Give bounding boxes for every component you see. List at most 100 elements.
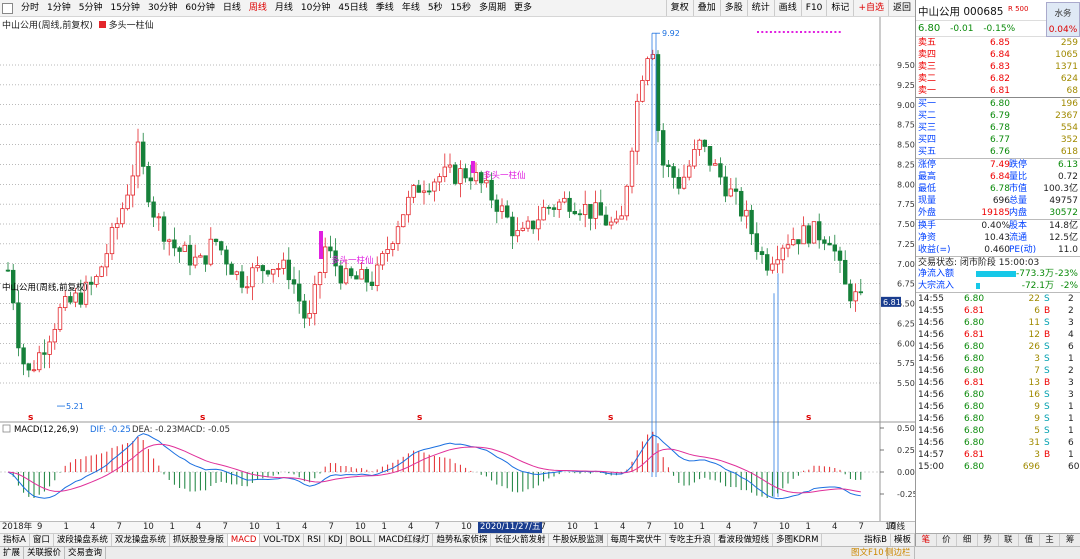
bottom-button-0[interactable]: 扩展 [0, 547, 25, 559]
period-6[interactable]: 日线 [219, 1, 245, 16]
period-15[interactable]: 多周期 [475, 1, 510, 16]
trade-count: 2 [1068, 294, 1074, 304]
bottom-spacer [106, 547, 1080, 559]
bid-row-2[interactable]: 买三 6.78 554 [916, 122, 1080, 134]
period-16[interactable]: 更多 [510, 1, 536, 16]
toolbar-button-8[interactable]: 返回 [887, 0, 915, 16]
indicator-tab-18[interactable]: 指标B [861, 534, 891, 546]
quote-tab-7[interactable]: 筹 [1060, 534, 1080, 546]
indicator-tab-11[interactable]: 趋势私家侦探 [433, 534, 492, 546]
quote-tab-6[interactable]: 主 [1040, 534, 1061, 546]
macd-tick-2: 0.00 [897, 468, 915, 477]
indicator-tab-14[interactable]: 每周牛窝伏牛 [608, 534, 666, 546]
kline-chart-area[interactable]: 9.50 9.25 9.00 8.75 8.50 8.25 8.00 7.75 7.50 7.25… [0, 17, 915, 521]
stat2-label-2: PE(动) [1009, 245, 1037, 255]
macd-window-icon[interactable] [2, 424, 11, 433]
period-7[interactable]: 周线 [245, 1, 271, 16]
toolbar-button-2[interactable]: 多股 [719, 0, 747, 16]
bottom-right-button-1[interactable]: 侧边栏 [882, 547, 915, 559]
period-2[interactable]: 5分钟 [75, 1, 107, 16]
period-1[interactable]: 1分钟 [43, 1, 75, 16]
toolbar-button-4[interactable]: 画线 [773, 0, 801, 16]
toolbar-button-3[interactable]: 统计 [746, 0, 774, 16]
period-8[interactable]: 月线 [271, 1, 297, 16]
ask-row-4[interactable]: 卖一 6.81 68 [916, 85, 1080, 97]
period-9[interactable]: 10分钟 [297, 1, 334, 16]
indicator-tab-10[interactable]: MACD红绿灯 [375, 534, 434, 546]
window-icon[interactable] [2, 2, 13, 14]
bottom-button-1[interactable]: 关联报价 [24, 547, 66, 559]
bid-row-3[interactable]: 买四 6.77 352 [916, 134, 1080, 146]
indicator-tab-3[interactable]: 双龙操盘系统 [112, 534, 170, 546]
indicator-tab-15[interactable]: 专吃主升浪 [666, 534, 716, 546]
period-5[interactable]: 60分钟 [181, 1, 218, 16]
bottom-button-2[interactable]: 交易查询 [65, 547, 107, 559]
quote-tab-0[interactable]: 笔 [916, 534, 937, 546]
s-marker-2: s [417, 413, 422, 423]
ask-row-2[interactable]: 卖三 6.83 1371 [916, 61, 1080, 73]
price-tick-0: 9.50 [897, 61, 915, 70]
ask-row-0[interactable]: 卖五 6.85 259 [916, 37, 1080, 49]
ask-row-3[interactable]: 卖二 6.82 624 [916, 73, 1080, 85]
candle-body [515, 230, 520, 237]
month-label-3: 7 [116, 522, 122, 532]
indicator-tab-8[interactable]: KDJ [325, 534, 347, 546]
period-0[interactable]: 分时 [17, 1, 43, 16]
toolbar-button-6[interactable]: 标记 [826, 0, 854, 16]
candle-body [177, 247, 182, 252]
trade-price: 6.80 [964, 402, 985, 412]
quote-tab-3[interactable]: 势 [978, 534, 999, 546]
ask-row-1[interactable]: 卖四 6.84 1065 [916, 49, 1080, 61]
toolbar-button-5[interactable]: F10 [800, 0, 827, 16]
bid-row-0[interactable]: 买一 6.80 196 [916, 98, 1080, 110]
indicator-tab-13[interactable]: 牛股妖股监测 [549, 534, 608, 546]
quote-tab-5[interactable]: 值 [1019, 534, 1040, 546]
trade-volume: 3 [1034, 450, 1040, 460]
bid-label: 买四 [918, 135, 937, 145]
quote-tab-4[interactable]: 联 [999, 534, 1020, 546]
period-14[interactable]: 15秒 [447, 1, 475, 16]
low-price-label: 5.21 [66, 402, 84, 411]
bid-row-4[interactable]: 买五 6.76 618 [916, 146, 1080, 158]
indicator-tab-2[interactable]: 波段操盘系统 [54, 534, 112, 546]
month-label-2: 4 [90, 522, 96, 532]
candle-body [328, 246, 333, 252]
indicator-tab-4[interactable]: 抓妖股登身版 [170, 534, 228, 546]
trade-row-3: 14:56 6.81 12 B 4 [916, 329, 1080, 341]
trade-time: 14:56 [918, 426, 944, 436]
indicator-tab-19[interactable]: 模板 [891, 534, 915, 546]
candle-body [546, 206, 551, 209]
indicator-tab-17[interactable]: 多图KDRM [773, 534, 823, 546]
bid-row-1[interactable]: 买二 6.79 2367 [916, 110, 1080, 122]
period-3[interactable]: 15分钟 [106, 1, 143, 16]
period-11[interactable]: 季线 [372, 1, 398, 16]
period-4[interactable]: 30分钟 [144, 1, 181, 16]
indicator-tab-6[interactable]: VOL-TDX [260, 534, 305, 546]
last-price-tag: 6.81 [883, 298, 901, 307]
stock-name: 中山公用 [918, 6, 960, 18]
period-13[interactable]: 5秒 [424, 1, 447, 16]
toolbar-button-0[interactable]: 复权 [665, 0, 693, 16]
quote-tab-1[interactable]: 价 [937, 534, 958, 546]
candle-body [598, 202, 603, 216]
indicator-tab-16[interactable]: 看波段做短线 [715, 534, 774, 546]
toolbar-button-7[interactable]: +自选 [853, 0, 888, 16]
indicator-tab-0[interactable]: 指标A [0, 534, 30, 546]
indicator-tab-12[interactable]: 长征火箭发射 [491, 534, 550, 546]
period-10[interactable]: 45日线 [334, 1, 371, 16]
tick-list[interactable]: 14:55 6.80 22 S 2 14:55 6.81 6 B 2 14:56 6.80 11 S 3 14… [916, 292, 1080, 473]
indicator-tab-5[interactable]: MACD [227, 534, 261, 546]
high-price-label: 9.92 [662, 29, 680, 38]
ask-label: 卖五 [918, 38, 937, 48]
toolbar-button-1[interactable]: 叠加 [692, 0, 720, 16]
indicator-tab-7[interactable]: RSI [304, 534, 325, 546]
stock-terminal: 分时 1分钟 5分钟 15分钟 30分钟 60分钟 日线 周线 月线 10分钟 45日线 季线 年线 5秒… [0, 0, 1080, 559]
period-12[interactable]: 年线 [398, 1, 424, 16]
candle-body [296, 283, 302, 302]
sector-button[interactable]: 水务 0.04% [1046, 2, 1080, 37]
indicator-tab-1[interactable]: 窗口 [30, 534, 54, 546]
bid-price: 6.79 [989, 111, 1010, 121]
indicator-tab-9[interactable]: BOLL [347, 534, 376, 546]
quote-tab-2[interactable]: 细 [957, 534, 978, 546]
candle-body [733, 188, 739, 192]
